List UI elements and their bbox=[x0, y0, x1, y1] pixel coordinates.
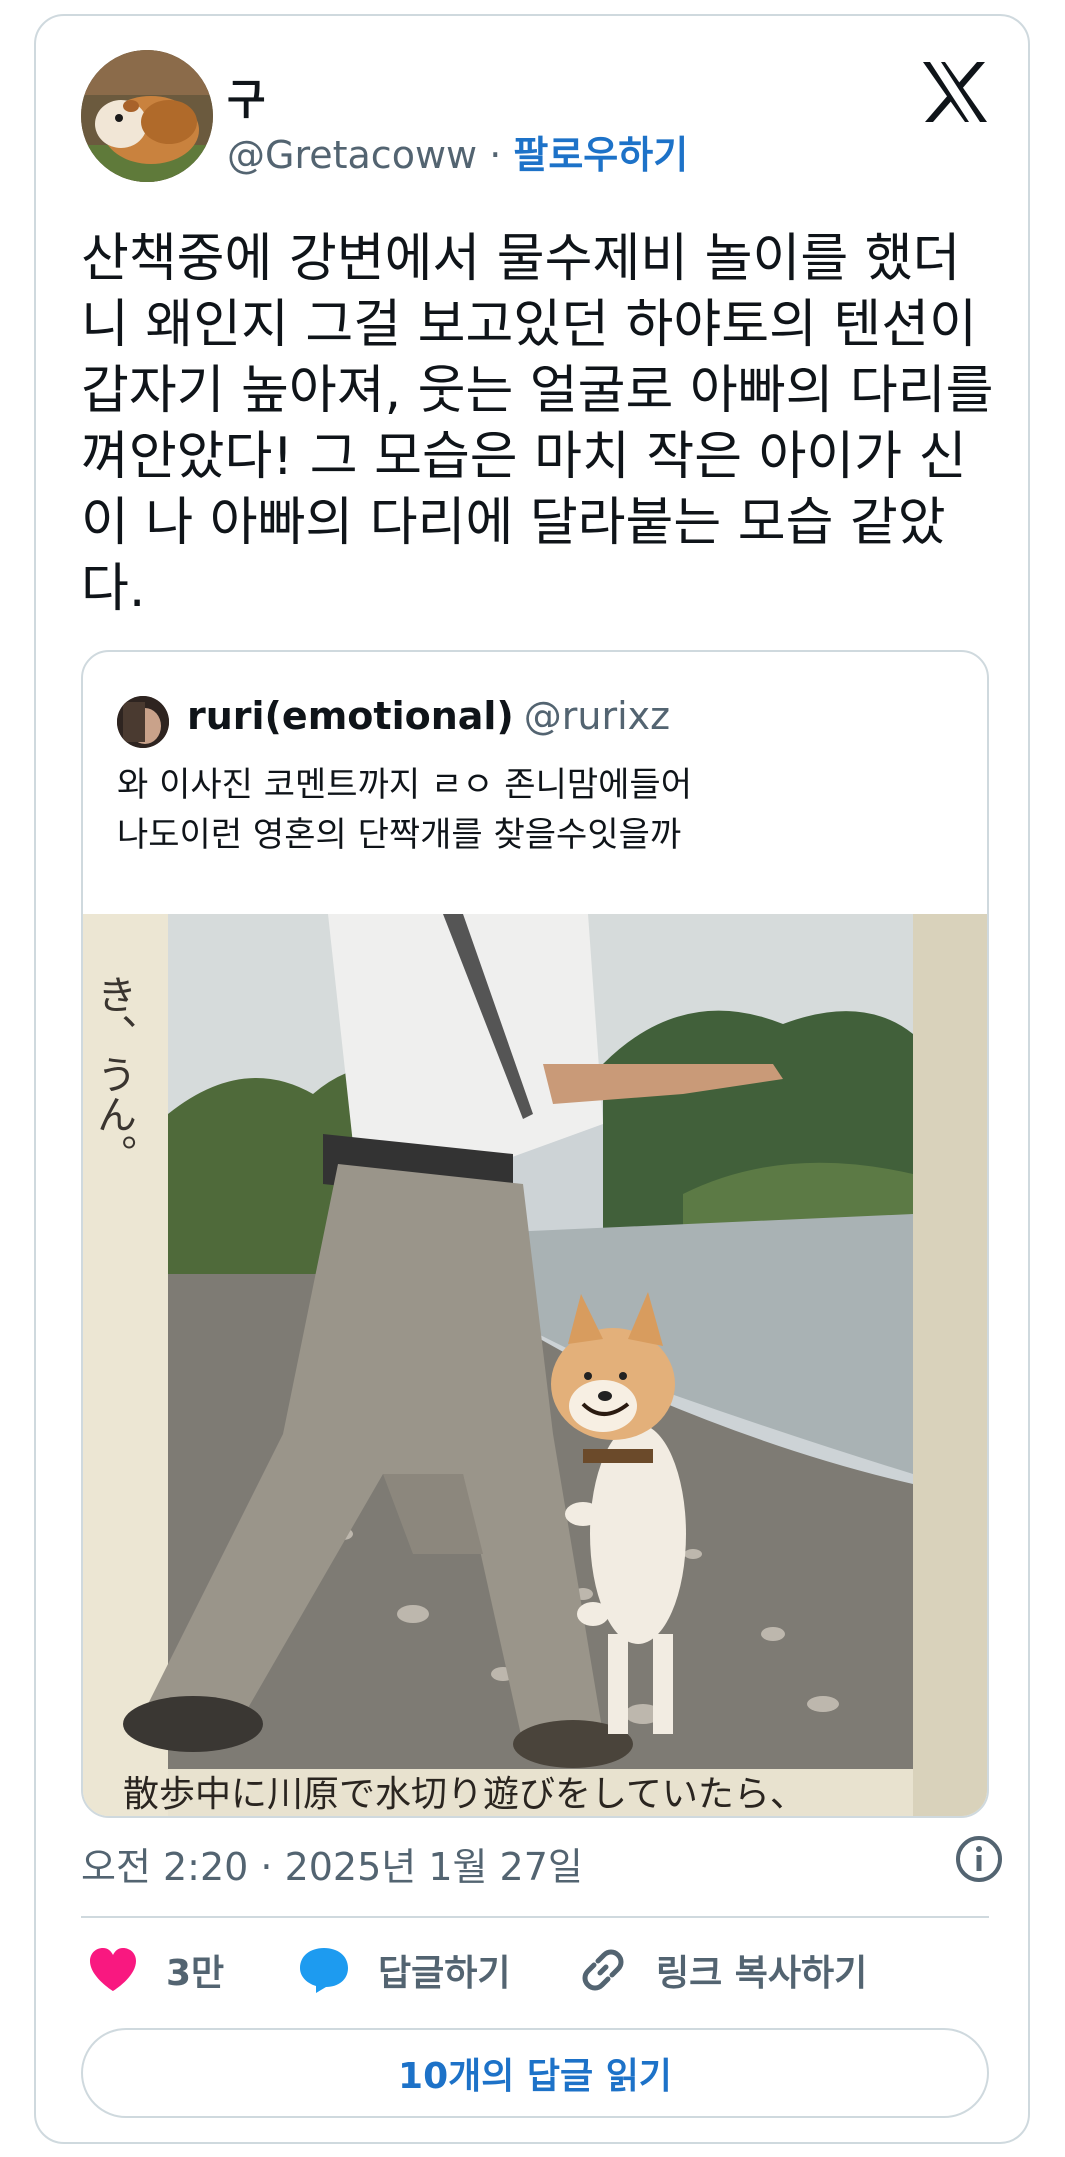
divider bbox=[81, 1916, 989, 1918]
author-handle-line: @Gretacoww · 팔로우하기 bbox=[227, 124, 688, 179]
author-avatar[interactable] bbox=[81, 50, 213, 182]
reply-label: 답글하기 bbox=[378, 1953, 511, 1994]
quoted-author-handle[interactable]: @rurixz bbox=[524, 694, 670, 738]
tweet-text: 산책중에 강변에서 물수제비 놀이를 했더니 왜인지 그걸 보고있던 하야토의 … bbox=[81, 229, 994, 619]
follow-button[interactable]: 팔로우하기 bbox=[513, 133, 688, 177]
info-icon[interactable] bbox=[954, 1834, 1004, 1884]
photo-caption: 散歩中に川原で水切り遊びをしていたら、 bbox=[123, 1774, 806, 1815]
copy-link-button[interactable]: 링크 복사하기 bbox=[578, 1944, 867, 1996]
x-logo-icon[interactable] bbox=[921, 60, 989, 124]
quoted-author-name[interactable]: ruri(emotional) bbox=[187, 694, 514, 738]
quoted-text-line2: 나도이런 영혼의 단짝개를 찾을수잇을까 bbox=[117, 815, 682, 855]
quoted-text: 와 이사진 코멘트까지 ㄹㅇ 존니맘에들어 나도이런 영혼의 단짝개를 찾을수잇… bbox=[117, 760, 957, 860]
photo-side-text: き、うん。 bbox=[90, 974, 136, 1174]
read-replies-button[interactable]: 10개의 답글 읽기 bbox=[81, 2028, 989, 2118]
tweet-card: 구 @Gretacoww · 팔로우하기 산책중에 강변에서 물수제비 놀이를 … bbox=[34, 14, 1030, 2144]
heart-icon bbox=[90, 1948, 136, 1991]
quoted-author-line: ruri(emotional) @rurixz bbox=[187, 694, 670, 738]
reply-bubble-icon bbox=[300, 1948, 348, 1993]
action-bar: 3만 답글하기 링크 복사하기 bbox=[36, 1944, 1032, 2004]
quoted-text-line1: 와 이사진 코멘트까지 ㄹㅇ 존니맘에들어 bbox=[117, 765, 692, 805]
copy-link-label: 링크 복사하기 bbox=[656, 1953, 868, 1994]
quoted-photo[interactable]: き、うん。 散歩中に川原で水切り遊びをしていたら、 bbox=[83, 914, 987, 1816]
author-handle[interactable]: @Gretacoww bbox=[227, 133, 477, 177]
reply-button[interactable]: 답글하기 bbox=[298, 1944, 510, 1996]
like-button[interactable]: 3만 bbox=[88, 1944, 224, 1996]
timestamp[interactable]: 오전 2:20 · 2025년 1월 27일 bbox=[81, 1836, 583, 1891]
quoted-tweet[interactable]: ruri(emotional) @rurixz 와 이사진 코멘트까지 ㄹㅇ 존니… bbox=[81, 650, 989, 1818]
like-count: 3만 bbox=[166, 1953, 225, 1994]
quoted-author-avatar[interactable] bbox=[117, 696, 169, 748]
link-icon bbox=[582, 1949, 624, 1991]
handle-separator: · bbox=[477, 133, 514, 177]
author-name[interactable]: 구 bbox=[227, 66, 266, 127]
